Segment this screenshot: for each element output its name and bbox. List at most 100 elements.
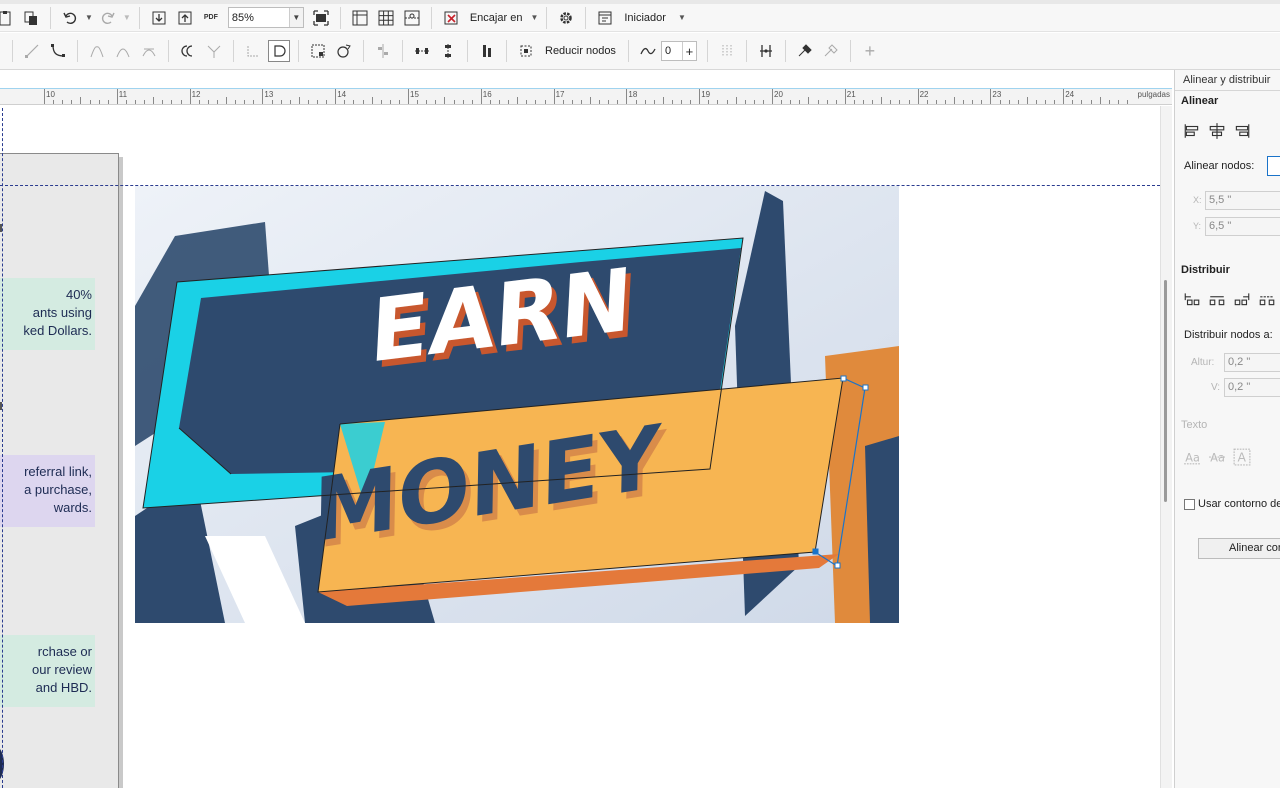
- node-property-bar: Reducir nodos 0 + +: [0, 33, 1280, 70]
- text-bounding-box-icon[interactable]: A: [1233, 448, 1251, 466]
- earn-money-artwork[interactable]: EARN EARN MONEY MONEY: [135, 186, 899, 623]
- publish-pdf-button[interactable]: PDF: [200, 7, 222, 29]
- undo-dropdown-icon[interactable]: ▼: [85, 13, 93, 22]
- extract-subpath-icon[interactable]: [203, 40, 225, 62]
- text-section-title: Texto: [1181, 419, 1208, 431]
- chevron-down-icon[interactable]: ▼: [288, 8, 303, 27]
- ruler-major-tick: [480, 89, 482, 104]
- distribute-vertical-input[interactable]: 0,2 ": [1224, 378, 1280, 397]
- curve-smoothness-input[interactable]: 0 +: [660, 41, 697, 61]
- text-baseline-icon[interactable]: Aa: [1183, 448, 1201, 466]
- options-gear-icon[interactable]: [555, 7, 577, 29]
- smooth-node-icon[interactable]: [112, 40, 134, 62]
- vertical-guideline[interactable]: [2, 106, 3, 788]
- symmetrical-node-icon[interactable]: [138, 40, 160, 62]
- launcher-icon[interactable]: [594, 7, 616, 29]
- zoom-level-select[interactable]: 85% ▼: [227, 7, 304, 28]
- show-grid-icon[interactable]: [375, 7, 397, 29]
- x-position-input[interactable]: 5,5 ": [1205, 191, 1280, 210]
- export-icon[interactable]: [174, 7, 196, 29]
- ruler-minor-tick: [162, 100, 164, 104]
- note-card-purple[interactable]: referral link, a purchase, wards.: [0, 455, 95, 527]
- node-spacing-icon[interactable]: [755, 40, 777, 62]
- rotate-nodes-icon[interactable]: [333, 40, 355, 62]
- clipboard-icon[interactable]: [0, 7, 16, 29]
- separator: [50, 6, 51, 29]
- distribute-left-icon[interactable]: [1183, 290, 1201, 308]
- ruler-minor-tick: [935, 100, 937, 104]
- select-all-nodes-icon[interactable]: [515, 40, 537, 62]
- node-grid-icon[interactable]: [716, 40, 738, 62]
- align-center-horizontal-icon[interactable]: [1208, 122, 1226, 140]
- ruler-minor-tick: [635, 100, 637, 104]
- snap-to-dropdown-icon[interactable]: ▼: [530, 13, 538, 22]
- drawing-canvas[interactable]: 40% ants using ked Dollars. referral lin…: [0, 106, 1160, 788]
- ruler-minor-tick: [53, 100, 55, 104]
- show-rulers-icon[interactable]: [349, 7, 371, 29]
- ruler-minor-tick: [517, 97, 519, 104]
- ruler-minor-tick: [80, 97, 82, 104]
- node-tool-alt-icon[interactable]: [820, 40, 842, 62]
- y-position-input[interactable]: 6,5 ": [1205, 217, 1280, 236]
- docker-title[interactable]: Alinear y distribuir: [1183, 74, 1270, 86]
- ruler-minor-tick: [371, 97, 373, 104]
- distribute-height-input[interactable]: 0,2 ": [1224, 353, 1280, 372]
- auto-close-curve-icon[interactable]: [268, 40, 290, 62]
- node-handle[interactable]: [812, 548, 819, 555]
- ruler-label: 24: [1065, 90, 1075, 99]
- full-screen-preview-icon[interactable]: [310, 7, 332, 29]
- show-guidelines-icon[interactable]: [401, 7, 423, 29]
- note-card-green[interactable]: rchase or our review and HBD.: [0, 635, 95, 707]
- ruler-minor-tick: [98, 100, 100, 104]
- snap-to-label[interactable]: Encajar en: [464, 12, 529, 24]
- ruler-minor-tick: [198, 100, 200, 104]
- note-card-green[interactable]: 40% ants using ked Dollars.: [0, 278, 95, 350]
- redo-icon[interactable]: [97, 7, 119, 29]
- vertical-reflect-nodes-icon[interactable]: [437, 40, 459, 62]
- ruler-minor-tick: [207, 100, 209, 104]
- horizontal-ruler[interactable]: pulgadas 10 11 12 13 14 15 16 17 18 19 20 21 22 23 24: [0, 88, 1172, 105]
- snap-off-icon[interactable]: [440, 7, 462, 29]
- vertical-scrollbar[interactable]: [1160, 106, 1172, 788]
- align-right-icon[interactable]: [1233, 122, 1251, 140]
- node-handle[interactable]: [840, 375, 847, 382]
- node-handle[interactable]: [834, 562, 841, 569]
- align-nodes-target-button[interactable]: [1267, 156, 1280, 176]
- node-handle[interactable]: [862, 384, 869, 391]
- node-tool-icon[interactable]: [794, 40, 816, 62]
- close-curve-icon[interactable]: [242, 40, 264, 62]
- redo-dropdown-icon[interactable]: ▼: [123, 13, 131, 22]
- launcher-label[interactable]: Iniciador: [618, 12, 672, 24]
- to-curve-icon[interactable]: [47, 40, 69, 62]
- ruler-minor-tick: [580, 100, 582, 104]
- launcher-dropdown-icon[interactable]: ▼: [678, 13, 686, 22]
- horizontal-guideline[interactable]: [0, 185, 1160, 186]
- align-nodes-toolbar-icon[interactable]: [372, 40, 394, 62]
- reverse-direction-icon[interactable]: [177, 40, 199, 62]
- scrollbar-thumb[interactable]: [1164, 280, 1167, 502]
- text-first-line-icon[interactable]: Aa: [1208, 448, 1226, 466]
- ruler-minor-tick: [544, 100, 546, 104]
- paste-icon[interactable]: [20, 7, 42, 29]
- distribute-spacing-icon[interactable]: [1258, 290, 1276, 308]
- to-line-icon[interactable]: [21, 40, 43, 62]
- distribute-center-icon[interactable]: [1208, 290, 1226, 308]
- elastic-mode-icon[interactable]: [476, 40, 498, 62]
- ruler-minor-tick: [435, 100, 437, 104]
- align-left-icon[interactable]: [1183, 122, 1201, 140]
- stretch-nodes-icon[interactable]: [307, 40, 329, 62]
- align-with-button[interactable]: Alinear con: [1198, 538, 1280, 559]
- use-outline-checkbox[interactable]: [1184, 499, 1195, 510]
- cusp-node-icon[interactable]: [86, 40, 108, 62]
- ruler-minor-tick: [608, 100, 610, 104]
- reduce-nodes-button[interactable]: Reducir nodos: [539, 45, 622, 57]
- align-nodes-label: Alinear nodos:: [1184, 160, 1255, 172]
- undo-icon[interactable]: [59, 7, 81, 29]
- plus-icon[interactable]: +: [681, 42, 696, 60]
- add-plus-icon[interactable]: +: [859, 40, 881, 62]
- import-icon[interactable]: [148, 7, 170, 29]
- horizontal-reflect-nodes-icon[interactable]: [411, 40, 433, 62]
- distribute-right-icon[interactable]: [1233, 290, 1251, 308]
- ruler-minor-tick: [890, 100, 892, 104]
- ruler-minor-tick: [999, 100, 1001, 104]
